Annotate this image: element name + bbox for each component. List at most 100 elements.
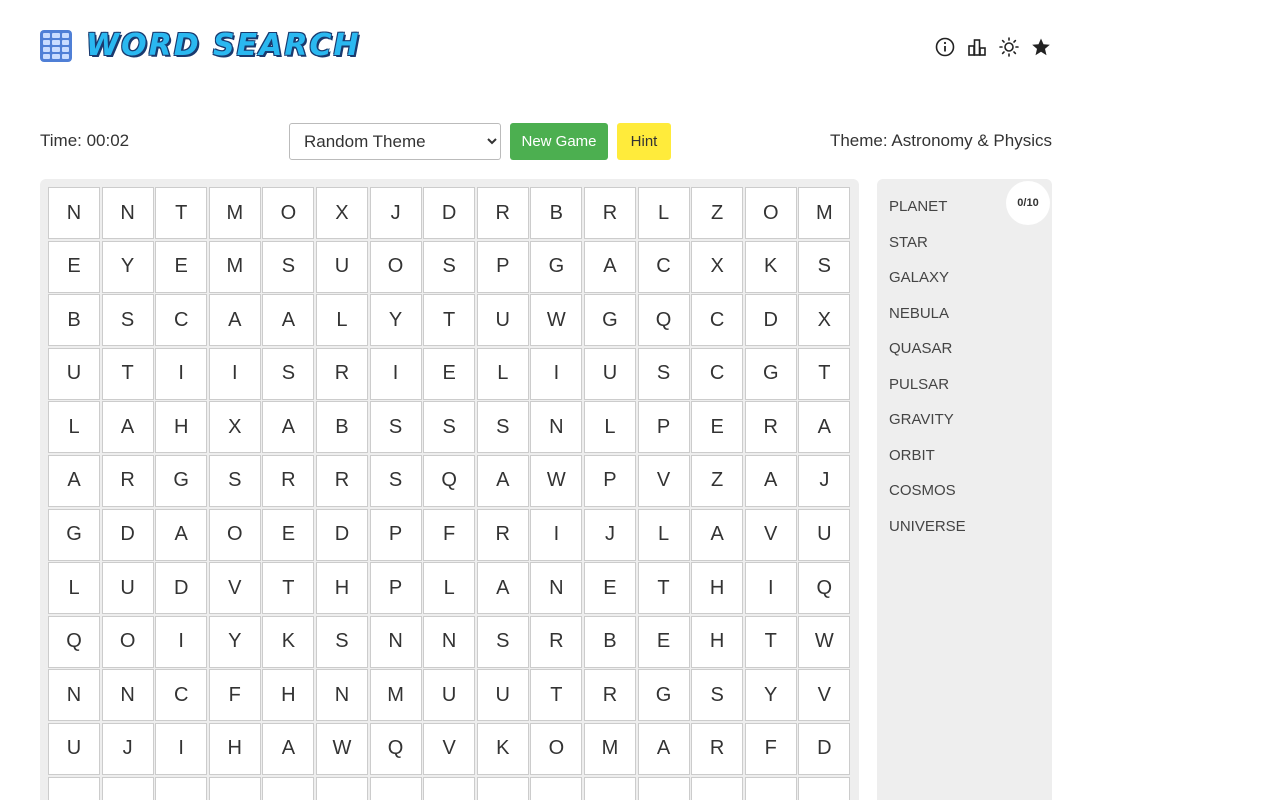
grid-cell[interactable]: F (208, 669, 261, 722)
grid-cell[interactable]: O (744, 187, 797, 239)
grid-cell[interactable]: G (744, 347, 797, 400)
grid-cell[interactable]: A (262, 401, 315, 454)
grid-cell[interactable]: L (637, 187, 690, 239)
grid-cell[interactable]: Y (744, 669, 797, 722)
grid-cell[interactable]: F (744, 722, 797, 775)
grid-cell[interactable] (476, 776, 529, 800)
grid-cell[interactable]: R (315, 454, 368, 507)
grid-cell[interactable]: I (155, 347, 208, 400)
grid-cell[interactable] (155, 776, 208, 800)
grid-cell[interactable]: Y (369, 294, 422, 347)
grid-cell[interactable]: U (476, 669, 529, 722)
grid-cell[interactable]: H (691, 615, 744, 668)
star-icon[interactable] (1030, 36, 1052, 58)
grid-cell[interactable]: R (583, 187, 636, 239)
grid-cell[interactable]: I (744, 562, 797, 615)
grid-cell[interactable]: M (583, 722, 636, 775)
grid-cell[interactable]: I (155, 615, 208, 668)
grid-cell[interactable]: O (208, 508, 261, 561)
grid-cell[interactable]: N (101, 669, 154, 722)
grid-cell[interactable]: O (530, 722, 583, 775)
grid-cell[interactable]: D (744, 294, 797, 347)
hint-button[interactable]: Hint (617, 123, 671, 160)
grid-cell[interactable]: Z (691, 187, 744, 239)
grid-cell[interactable]: E (155, 240, 208, 293)
grid-cell[interactable]: A (101, 401, 154, 454)
grid-cell[interactable]: A (637, 722, 690, 775)
grid-cell[interactable]: K (476, 722, 529, 775)
grid-cell[interactable]: W (530, 454, 583, 507)
grid-cell[interactable]: I (530, 508, 583, 561)
grid-cell[interactable] (101, 776, 154, 800)
grid-cell[interactable]: J (798, 454, 851, 507)
grid-cell[interactable]: H (691, 562, 744, 615)
grid-cell[interactable]: E (583, 562, 636, 615)
grid-cell[interactable]: D (155, 562, 208, 615)
grid-cell[interactable]: R (530, 615, 583, 668)
grid-cell[interactable]: V (744, 508, 797, 561)
grid-cell[interactable]: V (798, 669, 851, 722)
grid-cell[interactable]: A (262, 294, 315, 347)
grid-cell[interactable]: X (315, 187, 368, 239)
grid-cell[interactable]: O (262, 187, 315, 239)
grid-cell[interactable]: A (476, 562, 529, 615)
grid-cell[interactable]: E (48, 240, 100, 293)
grid-cell[interactable]: W (530, 294, 583, 347)
grid-cell[interactable]: Q (369, 722, 422, 775)
grid-cell[interactable]: U (48, 722, 100, 775)
grid-cell[interactable]: C (691, 294, 744, 347)
grid-cell[interactable]: I (155, 722, 208, 775)
grid-cell[interactable] (262, 776, 315, 800)
grid-cell[interactable]: M (208, 187, 261, 239)
grid-cell[interactable]: S (369, 454, 422, 507)
grid-cell[interactable]: X (208, 401, 261, 454)
grid-cell[interactable]: J (101, 722, 154, 775)
grid-cell[interactable]: T (637, 562, 690, 615)
grid-cell[interactable]: H (155, 401, 208, 454)
grid-cell[interactable]: H (208, 722, 261, 775)
grid-cell[interactable]: C (155, 669, 208, 722)
grid-cell[interactable]: S (423, 240, 476, 293)
grid-cell[interactable] (48, 776, 100, 800)
grid-cell[interactable]: R (744, 401, 797, 454)
grid-cell[interactable]: H (315, 562, 368, 615)
grid-cell[interactable]: N (48, 669, 100, 722)
grid-cell[interactable]: P (369, 508, 422, 561)
grid-cell[interactable]: R (691, 722, 744, 775)
grid-cell[interactable]: T (423, 294, 476, 347)
grid-cell[interactable]: S (262, 347, 315, 400)
grid-cell[interactable]: P (369, 562, 422, 615)
grid-cell[interactable]: O (369, 240, 422, 293)
grid-cell[interactable] (691, 776, 744, 800)
letter-grid[interactable]: NNTMOXJDRBRLZOMEYEMSUOSPGACXKSBSCAALYTUW… (48, 187, 851, 800)
grid-cell[interactable]: M (369, 669, 422, 722)
grid-cell[interactable]: N (369, 615, 422, 668)
grid-cell[interactable]: J (583, 508, 636, 561)
grid-cell[interactable]: I (369, 347, 422, 400)
grid-cell[interactable]: Q (48, 615, 100, 668)
grid-cell[interactable]: D (101, 508, 154, 561)
grid-cell[interactable]: X (798, 294, 851, 347)
grid-cell[interactable]: Z (691, 454, 744, 507)
grid-cell[interactable]: G (155, 454, 208, 507)
grid-cell[interactable]: R (476, 508, 529, 561)
grid-cell[interactable]: L (583, 401, 636, 454)
info-icon[interactable] (934, 36, 956, 58)
grid-cell[interactable]: S (637, 347, 690, 400)
grid-cell[interactable] (637, 776, 690, 800)
grid-cell[interactable]: W (315, 722, 368, 775)
grid-cell[interactable]: A (691, 508, 744, 561)
grid-cell[interactable]: O (101, 615, 154, 668)
grid-cell[interactable]: I (208, 347, 261, 400)
grid-cell[interactable]: A (798, 401, 851, 454)
grid-cell[interactable]: Y (101, 240, 154, 293)
grid-cell[interactable]: R (315, 347, 368, 400)
grid-cell[interactable]: N (530, 562, 583, 615)
grid-cell[interactable]: G (637, 669, 690, 722)
grid-cell[interactable]: T (262, 562, 315, 615)
grid-cell[interactable]: Q (798, 562, 851, 615)
grid-cell[interactable]: L (476, 347, 529, 400)
grid-cell[interactable]: A (583, 240, 636, 293)
grid-cell[interactable]: P (637, 401, 690, 454)
grid-cell[interactable]: E (262, 508, 315, 561)
